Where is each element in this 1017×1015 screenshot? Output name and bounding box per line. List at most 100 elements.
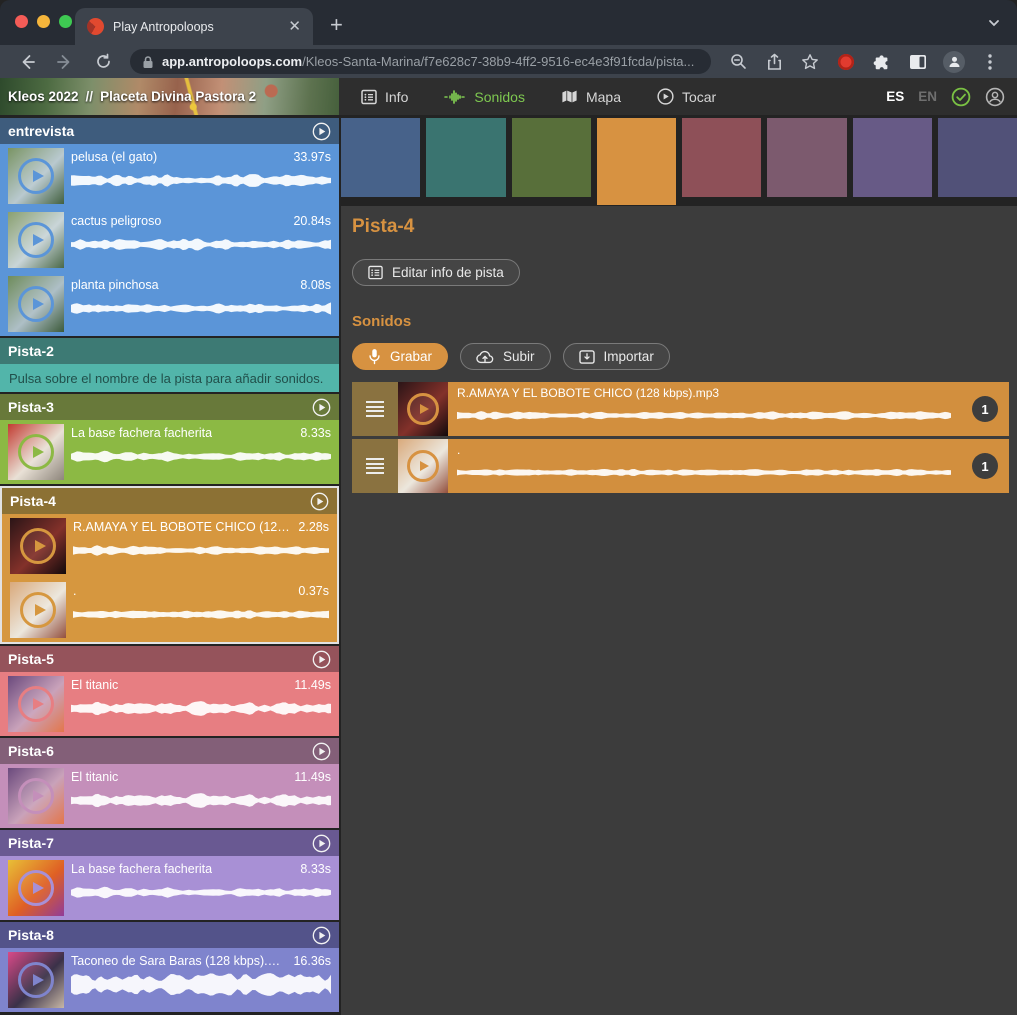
sound-row[interactable]: Taconeo de Sara Baras (128 kbps).mp316.3… (0, 948, 339, 1012)
page-title: Pista-4 (352, 216, 1009, 238)
edit-track-info-button[interactable]: Editar info de pista (352, 259, 520, 286)
lang-es-button[interactable]: ES (886, 89, 904, 104)
zoom-window-button[interactable] (59, 15, 72, 28)
forward-button[interactable] (50, 49, 80, 75)
loop-count-badge[interactable]: 1 (972, 396, 998, 422)
tab-tocar[interactable]: Tocar (657, 88, 716, 105)
sound-thumbnail (8, 768, 64, 824)
track-header[interactable]: entrevista (0, 118, 339, 144)
track-play-button[interactable] (310, 492, 329, 511)
sound-header-row: La base fachera facherita8.33s (71, 426, 331, 440)
tab-close-icon[interactable]: ✕ (288, 19, 301, 34)
url-text: app.antropoloops.com/Kleos-Santa-Marina/… (162, 54, 694, 69)
sound-title: R.AMAYA Y EL BOBOTE CHICO (128 kbps).... (73, 520, 290, 534)
sound-thumbnail (10, 582, 66, 638)
upload-button[interactable]: Subir (460, 343, 551, 370)
tab-sonidos[interactable]: Sonidos (444, 89, 525, 105)
lang-en-button[interactable]: EN (918, 89, 937, 104)
header-right: ES EN (886, 87, 1017, 107)
breadcrumb-session[interactable]: Placeta Divina Pastora 2 (100, 89, 256, 104)
sound-header-row: El titanic11.49s (71, 770, 331, 784)
record-button[interactable]: Grabar (352, 343, 448, 370)
browser-tab[interactable]: Play Antropoloops ✕ (75, 8, 313, 45)
sound-row[interactable]: pelusa (el gato)33.97s (0, 144, 339, 208)
track-color-swatch-4[interactable] (597, 118, 676, 205)
play-overlay-icon[interactable] (18, 870, 54, 906)
sound-info: planta pinchosa8.08s (71, 276, 331, 322)
bookmark-star-icon[interactable] (795, 49, 825, 75)
side-panel-icon[interactable] (903, 49, 933, 75)
track-header[interactable]: Pista-3 (0, 394, 339, 420)
play-overlay-icon[interactable] (20, 592, 56, 628)
extensions-puzzle-icon[interactable] (867, 49, 897, 75)
sound-row[interactable]: El titanic11.49s (0, 672, 339, 736)
tab-search-chevron-icon[interactable] (987, 16, 1001, 30)
play-overlay-icon[interactable] (18, 286, 54, 322)
play-overlay-icon[interactable] (18, 158, 54, 194)
drag-handle[interactable] (352, 439, 398, 493)
track-color-swatch-3[interactable] (512, 118, 591, 197)
track-color-swatch-5[interactable] (682, 118, 761, 197)
sound-header-row: La base fachera facherita8.33s (71, 862, 331, 876)
play-overlay-icon[interactable] (407, 450, 439, 482)
url-bar[interactable]: app.antropoloops.com/Kleos-Santa-Marina/… (130, 49, 711, 74)
track-header[interactable]: Pista-2 (0, 338, 339, 364)
zoom-page-icon[interactable] (723, 49, 753, 75)
track-header[interactable]: Pista-5 (0, 646, 339, 672)
tab-info[interactable]: Info (361, 89, 408, 105)
play-overlay-icon[interactable] (18, 962, 54, 998)
track-header[interactable]: Pista-4 (2, 488, 337, 514)
sound-row[interactable]: La base fachera facherita8.33s (0, 856, 339, 920)
sound-row[interactable]: El titanic11.49s (0, 764, 339, 828)
breadcrumb-project[interactable]: Kleos 2022 (8, 89, 79, 104)
sound-row[interactable]: planta pinchosa8.08s (0, 272, 339, 336)
sound-row[interactable]: La base fachera facherita8.33s (0, 420, 339, 484)
track-header[interactable]: Pista-8 (0, 922, 339, 948)
track-play-button[interactable] (312, 926, 331, 945)
track-play-button[interactable] (312, 742, 331, 761)
sound-header-row: El titanic11.49s (71, 678, 331, 692)
play-overlay-icon[interactable] (18, 222, 54, 258)
play-overlay-icon[interactable] (18, 686, 54, 722)
track-detail-body: Pista-4 Editar info de pista Sonidos Gra… (341, 198, 1017, 1015)
sound-info: La base fachera facherita8.33s (71, 860, 331, 906)
recorder-extension-icon[interactable] (831, 49, 861, 75)
reload-button[interactable] (88, 49, 118, 75)
back-button[interactable] (12, 49, 42, 75)
tab-sonidos-label: Sonidos (474, 89, 525, 105)
track-color-swatch-6[interactable] (767, 118, 846, 197)
track-header[interactable]: Pista-6 (0, 738, 339, 764)
track-color-swatch-8[interactable] (938, 118, 1017, 197)
track-play-button[interactable] (312, 398, 331, 417)
minimize-window-button[interactable] (37, 15, 50, 28)
play-overlay-icon[interactable] (407, 393, 439, 425)
track-play-button[interactable] (312, 650, 331, 669)
drag-handle[interactable] (352, 382, 398, 436)
track-color-swatch-1[interactable] (341, 118, 420, 197)
play-overlay-icon[interactable] (18, 434, 54, 470)
play-overlay-icon[interactable] (20, 528, 56, 564)
new-tab-button[interactable]: + (330, 14, 343, 36)
track-color-swatch-7[interactable] (853, 118, 932, 197)
tab-mapa[interactable]: Mapa (561, 89, 621, 105)
sound-row[interactable]: .0.37s (2, 578, 337, 642)
saved-check-icon[interactable] (951, 87, 971, 107)
close-window-button[interactable] (15, 15, 28, 28)
play-overlay-icon[interactable] (18, 778, 54, 814)
track-play-button[interactable] (312, 122, 331, 141)
play-circle-icon (657, 88, 674, 105)
account-icon[interactable] (985, 87, 1005, 107)
sound-row[interactable]: cactus peligroso20.84s (0, 208, 339, 272)
main-sound-row[interactable]: .1 (352, 439, 1009, 493)
track-color-swatch-2[interactable] (426, 118, 505, 197)
browser-profile-avatar[interactable] (939, 49, 969, 75)
loop-count-badge[interactable]: 1 (972, 453, 998, 479)
track-play-button[interactable] (312, 834, 331, 853)
sound-title: La base fachera facherita (71, 426, 212, 440)
share-icon[interactable] (759, 49, 789, 75)
main-sound-row[interactable]: R.AMAYA Y EL BOBOTE CHICO (128 kbps).mp3… (352, 382, 1009, 436)
import-button[interactable]: Importar (563, 343, 670, 370)
track-header[interactable]: Pista-7 (0, 830, 339, 856)
browser-menu-icon[interactable] (975, 49, 1005, 75)
sound-row[interactable]: R.AMAYA Y EL BOBOTE CHICO (128 kbps)....… (2, 514, 337, 578)
